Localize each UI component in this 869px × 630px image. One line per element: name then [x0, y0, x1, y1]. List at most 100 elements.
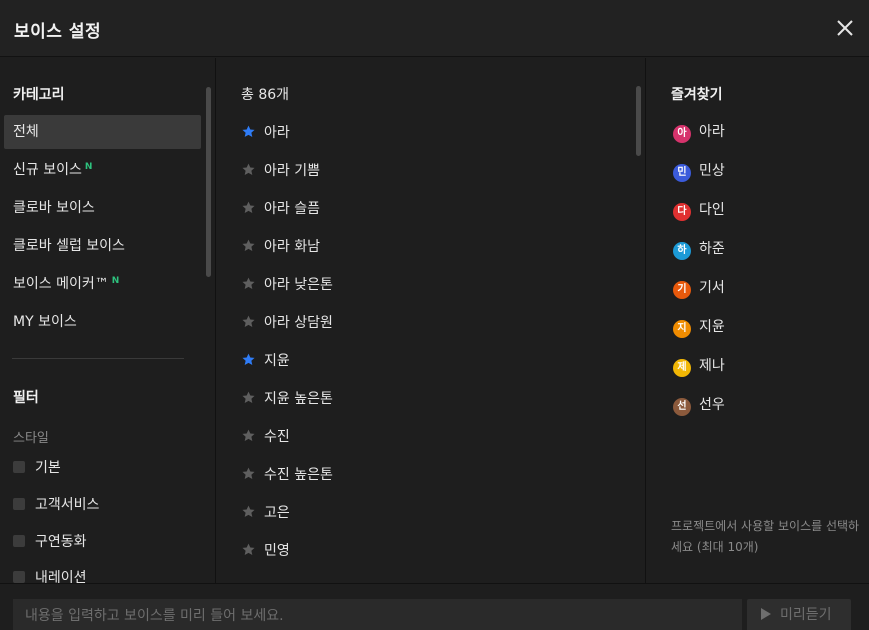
voice-name: 아라 슬픔	[264, 201, 320, 217]
voice-name: 아라 상담원	[264, 315, 333, 331]
new-badge: N	[111, 276, 120, 286]
style-label: 스타일	[13, 431, 49, 446]
category-item-all[interactable]: 전체	[4, 115, 201, 149]
voice-row[interactable]: 고은	[241, 501, 290, 525]
checkbox-icon[interactable]	[13, 498, 25, 510]
voice-avatar: 제	[673, 359, 691, 377]
voice-row[interactable]: 아라 화남	[241, 235, 320, 259]
favorite-star-icon[interactable]	[241, 465, 256, 480]
checkbox-icon[interactable]	[13, 571, 25, 583]
checkbox-icon[interactable]	[13, 535, 25, 547]
divider	[12, 358, 184, 359]
favorite-star-icon[interactable]	[241, 161, 256, 176]
favorite-voice-row[interactable]: 민 민상	[673, 161, 725, 182]
voice-list-panel: 총 86개 아라아라 기쁨아라 슬픔아라 화남아라 낮은톤아라 상담원지윤지윤 …	[217, 58, 646, 583]
favorite-voice-name: 다인	[699, 202, 725, 218]
favorite-voice-row[interactable]: 기 기서	[673, 278, 725, 299]
close-icon[interactable]	[834, 17, 856, 39]
category-label: 클로바 보이스	[13, 200, 95, 216]
favorite-voice-row[interactable]: 아 아라	[673, 122, 725, 143]
voice-row[interactable]: 아라	[241, 121, 290, 145]
voice-name: 수진 높은톤	[264, 467, 333, 483]
favorite-voice-name: 제나	[699, 358, 725, 374]
preview-text-input[interactable]	[13, 599, 742, 630]
voice-name: 지윤	[264, 353, 290, 369]
category-scrollbar[interactable]	[206, 87, 211, 277]
favorite-voice-row[interactable]: 하 하준	[673, 239, 725, 260]
checkbox-label: 고객서비스	[35, 497, 100, 513]
voice-row[interactable]: 지윤	[241, 349, 290, 373]
checkbox-icon[interactable]	[13, 461, 25, 473]
favorite-star-icon[interactable]	[241, 389, 256, 404]
voice-name: 아라 기쁨	[264, 163, 320, 179]
category-item-maker[interactable]: 보이스 메이커™ N	[4, 267, 201, 301]
voice-row[interactable]: 민영	[241, 539, 290, 563]
filter-checkbox-basic[interactable]: 기본	[13, 458, 61, 478]
voice-name: 지윤 높은톤	[264, 391, 333, 407]
category-item-my[interactable]: MY 보이스	[4, 305, 201, 339]
voice-avatar: 민	[673, 164, 691, 182]
voice-avatar: 하	[673, 242, 691, 260]
favorite-voice-name: 지윤	[699, 319, 725, 335]
favorite-voice-name: 기서	[699, 280, 725, 296]
dialog-header: 보이스 설정	[0, 0, 869, 57]
category-item-new[interactable]: 신규 보이스 N	[4, 153, 201, 187]
category-title: 카테고리	[13, 87, 65, 103]
filter-checkbox-story[interactable]: 구연동화	[13, 532, 87, 552]
favorite-voice-row[interactable]: 선 선우	[673, 395, 725, 416]
favorite-voice-name: 아라	[699, 124, 725, 140]
favorite-star-icon[interactable]	[241, 237, 256, 252]
category-panel: 카테고리 전체 신규 보이스 N 클로바 보이스 클로바 셀럽 보이스 보이스 메…	[0, 58, 216, 583]
favorite-voice-name: 민상	[699, 163, 725, 179]
category-label: 보이스 메이커™	[13, 276, 109, 292]
filter-title: 필터	[13, 390, 39, 406]
category-label: 신규 보이스	[13, 162, 82, 178]
favorite-voice-name: 하준	[699, 241, 725, 257]
preview-bar: 미리듣기	[0, 583, 869, 630]
favorite-star-icon[interactable]	[241, 199, 256, 214]
favorite-voice-row[interactable]: 제 제나	[673, 356, 725, 377]
voice-row[interactable]: 아라 기쁨	[241, 159, 320, 183]
favorite-voice-row[interactable]: 지 지윤	[673, 317, 725, 338]
category-label: 클로바 셀럽 보이스	[13, 238, 125, 254]
voice-avatar: 기	[673, 281, 691, 299]
checkbox-label: 내레이션	[35, 570, 87, 583]
category-item-clova[interactable]: 클로바 보이스	[4, 191, 201, 225]
favorite-star-icon[interactable]	[241, 427, 256, 442]
category-item-celeb[interactable]: 클로바 셀럽 보이스	[4, 229, 201, 263]
voice-avatar: 선	[673, 398, 691, 416]
favorite-star-icon[interactable]	[241, 123, 256, 138]
voice-name: 아라	[264, 125, 290, 141]
voice-total-count: 총 86개	[241, 87, 290, 103]
preview-button[interactable]: 미리듣기	[747, 599, 851, 630]
category-label: MY 보이스	[13, 314, 77, 330]
dialog-title: 보이스 설정	[14, 22, 102, 42]
voice-row[interactable]: 수진 높은톤	[241, 463, 333, 487]
favorites-hint: 프로젝트에서 사용할 보이스를 선택하세요 (최대 10개)	[671, 519, 860, 554]
favorite-star-icon[interactable]	[241, 313, 256, 328]
play-icon	[761, 608, 771, 620]
dialog-body: 카테고리 전체 신규 보이스 N 클로바 보이스 클로바 셀럽 보이스 보이스 메…	[0, 58, 869, 583]
favorites-panel: 즐겨찾기 아 아라민 민상다 다인하 하준기 기서지 지윤제 제나선 선우 프로젝트에서 사용할…	[647, 58, 869, 583]
favorite-star-icon[interactable]	[241, 503, 256, 518]
voice-avatar: 지	[673, 320, 691, 338]
voice-row[interactable]: 아라 슬픔	[241, 197, 320, 221]
favorite-voice-name: 선우	[699, 397, 725, 413]
preview-button-label: 미리듣기	[780, 607, 832, 623]
favorites-title: 즐겨찾기	[671, 87, 723, 103]
filter-checkbox-narration[interactable]: 내레이션	[13, 568, 87, 583]
favorite-star-icon[interactable]	[241, 541, 256, 556]
voice-row[interactable]: 아라 상담원	[241, 311, 333, 335]
filter-checkbox-cs[interactable]: 고객서비스	[13, 495, 99, 515]
voice-name: 아라 낮은톤	[264, 277, 333, 293]
voice-row[interactable]: 수진	[241, 425, 290, 449]
voice-row[interactable]: 아라 낮은톤	[241, 273, 333, 297]
favorite-voice-row[interactable]: 다 다인	[673, 200, 725, 221]
voice-row[interactable]: 지윤 높은톤	[241, 387, 333, 411]
favorite-star-icon[interactable]	[241, 351, 256, 366]
favorite-star-icon[interactable]	[241, 275, 256, 290]
voice-name: 수진	[264, 429, 290, 445]
voice-avatar: 아	[673, 125, 691, 143]
voice-name: 고은	[264, 505, 290, 521]
voice-list-scrollbar[interactable]	[636, 86, 641, 156]
